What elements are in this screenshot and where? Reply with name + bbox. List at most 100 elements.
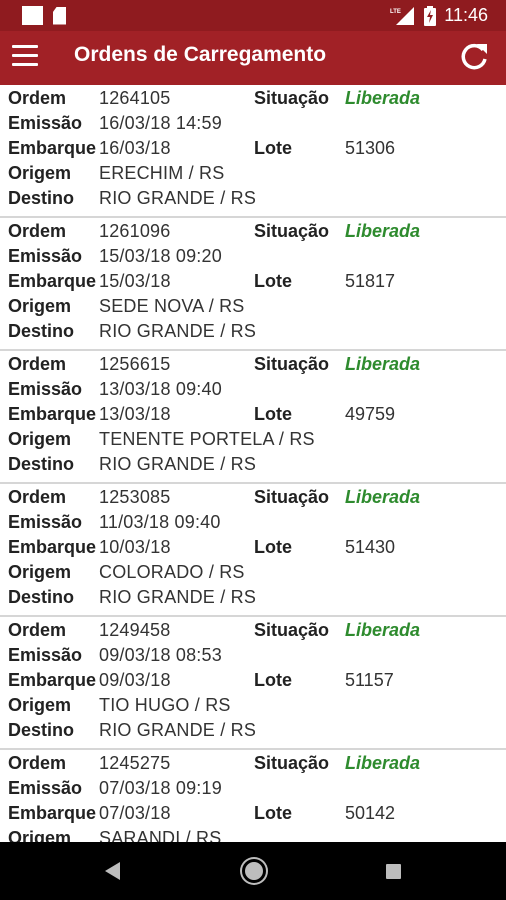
situacao-label: Situação	[254, 487, 330, 507]
origem-label: Origem	[8, 163, 72, 183]
situacao-label: Situação	[254, 753, 330, 773]
situacao-status-badge: Liberada	[345, 88, 421, 108]
embarque-value: 09/03/18	[99, 670, 171, 690]
system-tray: LTE 11:46	[390, 5, 488, 26]
emissao-label: Emissão	[8, 645, 83, 665]
ordem-label: Ordem	[8, 487, 67, 507]
embarque-label: Embarque	[8, 537, 97, 557]
emissao-label: Emissão	[8, 512, 83, 532]
situacao-status-badge: Liberada	[345, 487, 421, 507]
emissao-value: 11/03/18 09:40	[99, 512, 221, 532]
lote-label: Lote	[254, 803, 292, 823]
emissao-label: Emissão	[8, 113, 83, 133]
ordem-label: Ordem	[8, 88, 67, 108]
ordem-label: Ordem	[8, 354, 67, 374]
origem-label: Origem	[8, 695, 72, 715]
origem-value: TENENTE PORTELA / RS	[99, 429, 315, 449]
embarque-label: Embarque	[8, 670, 97, 690]
ordem-label: Ordem	[8, 221, 67, 241]
situacao-status-badge: Liberada	[345, 753, 421, 773]
emissao-label: Emissão	[8, 379, 83, 399]
ordem-value: 1261096	[99, 221, 171, 241]
embarque-value: 13/03/18	[99, 404, 171, 424]
emissao-value: 16/03/18 14:59	[99, 113, 222, 133]
order-card[interactable]: Ordem 1256615 Situação Liberada Emissão 13/03…	[0, 351, 506, 484]
ordem-value: 1253085	[99, 487, 171, 507]
origem-value: ERECHIM / RS	[99, 163, 225, 183]
origem-label: Origem	[8, 296, 72, 316]
origem-value: SARANDI / RS	[99, 828, 222, 842]
ordem-value: 1249458	[99, 620, 171, 640]
origem-value: SEDE NOVA / RS	[99, 296, 245, 316]
lote-label: Lote	[254, 271, 292, 291]
destino-value: RIO GRANDE / RS	[99, 321, 257, 341]
lote-label: Lote	[254, 404, 292, 424]
navigation-bar	[0, 842, 506, 900]
destino-value: RIO GRANDE / RS	[99, 720, 257, 740]
embarque-value: 15/03/18	[99, 271, 171, 291]
page-title: Ordens de Carregamento	[74, 43, 327, 66]
destino-value: RIO GRANDE / RS	[99, 188, 257, 208]
nav-home-icon[interactable]	[242, 859, 266, 883]
situacao-label: Situação	[254, 88, 330, 108]
destino-value: RIO GRANDE / RS	[99, 454, 257, 474]
order-card[interactable]: Ordem 1261096 Situação Liberada Emissão 15/03…	[0, 218, 506, 351]
ordem-value: 1256615	[99, 354, 171, 374]
emissao-value: 09/03/18 08:53	[99, 645, 222, 665]
embarque-label: Embarque	[8, 138, 97, 158]
ordem-value: 1245275	[99, 753, 171, 773]
lote-value: 51306	[345, 138, 396, 158]
order-card[interactable]: Ordem 1245275 Situação Liberada Emissão 07/03…	[0, 750, 506, 842]
nav-back-icon[interactable]	[104, 861, 122, 881]
embarque-value: 07/03/18	[99, 803, 171, 823]
emissao-value: 13/03/18 09:40	[99, 379, 222, 399]
emissao-value: 07/03/18 09:19	[99, 778, 222, 798]
ordem-label: Ordem	[8, 753, 67, 773]
ordem-label: Ordem	[8, 620, 67, 640]
notification-icons	[22, 6, 66, 25]
embarque-label: Embarque	[8, 404, 97, 424]
situacao-label: Situação	[254, 221, 330, 241]
order-card[interactable]: Ordem 1253085 Situação Liberada Emissão 11/03…	[0, 484, 506, 617]
order-card[interactable]: Ordem 1249458 Situação Liberada Emissão 09/03…	[0, 617, 506, 750]
emissao-label: Emissão	[8, 778, 83, 798]
situacao-label: Situação	[254, 354, 330, 374]
lote-value: 49759	[345, 404, 396, 424]
emissao-value: 15/03/18 09:20	[99, 246, 222, 266]
nav-recent-icon[interactable]	[386, 864, 401, 879]
origem-label: Origem	[8, 828, 72, 842]
app-bar: Ordens de Carregamento	[0, 31, 506, 85]
embarque-value: 10/03/18	[99, 537, 171, 557]
destino-label: Destino	[8, 321, 75, 341]
destino-value: RIO GRANDE / RS	[99, 587, 257, 607]
clock: 11:46	[444, 5, 488, 25]
lote-value: 50142	[345, 803, 396, 823]
hamburger-menu-icon[interactable]	[12, 45, 38, 67]
emissao-label: Emissão	[8, 246, 83, 266]
lote-label: Lote	[254, 537, 292, 557]
situacao-status-badge: Liberada	[345, 354, 421, 374]
destino-label: Destino	[8, 720, 75, 740]
destino-label: Destino	[8, 587, 75, 607]
origem-value: TIO HUGO / RS	[99, 695, 231, 715]
lote-value: 51817	[345, 271, 396, 291]
notification-square-icon	[22, 6, 43, 25]
destino-label: Destino	[8, 454, 75, 474]
orders-list: Ordem 1264105 Situação Liberada Emissão 16/03…	[0, 85, 506, 842]
lote-label: Lote	[254, 138, 292, 158]
refresh-icon[interactable]	[458, 41, 490, 73]
situacao-status-badge: Liberada	[345, 221, 421, 241]
sd-card-icon	[53, 6, 66, 25]
status-bar: LTE 11:46	[0, 0, 506, 31]
situacao-status-badge: Liberada	[345, 620, 421, 640]
embarque-label: Embarque	[8, 803, 97, 823]
lote-label: Lote	[254, 670, 292, 690]
order-card[interactable]: Ordem 1264105 Situação Liberada Emissão 16/03…	[0, 85, 506, 218]
origem-value: COLORADO / RS	[99, 562, 245, 582]
origem-label: Origem	[8, 562, 72, 582]
lote-value: 51430	[345, 537, 396, 557]
lte-signal-icon: LTE	[390, 6, 415, 25]
embarque-value: 16/03/18	[99, 138, 171, 158]
embarque-label: Embarque	[8, 271, 97, 291]
svg-text:LTE: LTE	[390, 9, 401, 15]
